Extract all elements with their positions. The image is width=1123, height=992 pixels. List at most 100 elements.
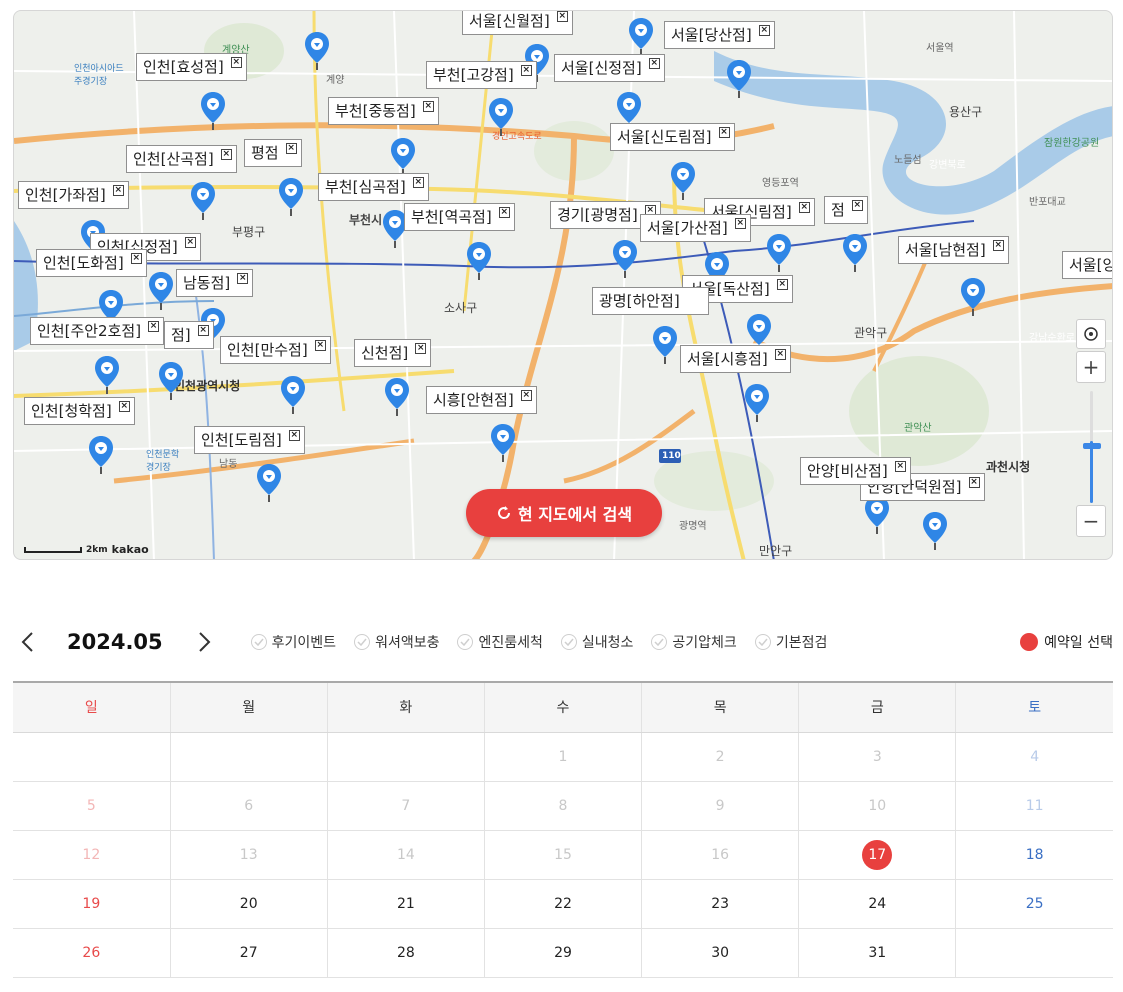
map-pin-icon[interactable] <box>390 137 416 177</box>
store-label[interactable]: 평점 × <box>244 139 302 167</box>
close-icon[interactable]: × <box>197 325 209 336</box>
prev-month-button[interactable] <box>13 628 41 656</box>
store-label[interactable]: 인천[도화점] × <box>36 249 147 277</box>
map-pin-icon[interactable] <box>466 241 492 281</box>
map-pin-icon[interactable] <box>148 271 174 311</box>
map-pin-icon[interactable] <box>864 495 890 535</box>
calendar-day[interactable]: 25 <box>955 879 1113 929</box>
map-pin-icon[interactable] <box>726 59 752 99</box>
zoom-slider-handle[interactable] <box>1083 443 1101 449</box>
store-map[interactable]: 계양산 인천아시아드 주경기장 계양 서울역 용산구 잠원한강공원 노들섬 강변… <box>13 10 1113 560</box>
close-icon[interactable]: × <box>112 185 124 196</box>
close-icon[interactable]: × <box>498 207 510 218</box>
close-icon[interactable]: × <box>718 127 730 138</box>
close-icon[interactable]: × <box>285 143 297 154</box>
close-icon[interactable]: × <box>520 65 532 76</box>
map-pin-icon[interactable] <box>670 161 696 201</box>
map-pin-icon[interactable] <box>88 435 114 475</box>
search-this-area-button[interactable]: 현 지도에서 검색 <box>466 489 662 537</box>
calendar-day[interactable]: 17 <box>798 830 956 880</box>
close-icon[interactable]: × <box>230 57 242 68</box>
close-icon[interactable]: × <box>184 237 196 248</box>
store-label[interactable]: 인천[가좌점] × <box>18 181 129 209</box>
calendar-day[interactable]: 27 <box>169 928 328 978</box>
close-icon[interactable]: × <box>148 321 160 332</box>
store-label[interactable]: 부천[고강점] × <box>426 61 537 89</box>
legend-item[interactable]: 실내청소 <box>560 632 633 652</box>
zoom-slider[interactable] <box>1083 391 1101 503</box>
calendar-day[interactable]: 26 <box>13 928 171 978</box>
close-icon[interactable]: × <box>774 349 786 360</box>
legend-item[interactable]: 공기압체크 <box>651 632 737 652</box>
close-icon[interactable]: × <box>415 343 427 354</box>
store-label[interactable]: 인천[도림점] × <box>194 426 305 454</box>
map-pin-icon[interactable] <box>488 97 514 137</box>
legend-item[interactable]: 엔진룸세척 <box>457 632 543 652</box>
close-icon[interactable]: × <box>556 11 568 22</box>
close-icon[interactable]: × <box>776 279 788 290</box>
store-label[interactable]: 서울[신정점] × <box>554 54 665 82</box>
legend-item[interactable]: 후기이벤트 <box>250 632 336 652</box>
next-month-button[interactable] <box>191 628 219 656</box>
current-location-button[interactable] <box>1076 319 1106 349</box>
store-label[interactable]: 점 × <box>824 196 868 224</box>
store-label[interactable]: 점] × <box>164 321 214 349</box>
close-icon[interactable]: × <box>118 401 130 412</box>
store-label[interactable]: 남동점] × <box>176 269 254 297</box>
store-label[interactable]: 신천점] × <box>354 339 432 367</box>
zoom-out-button[interactable]: − <box>1076 505 1106 537</box>
calendar-day[interactable]: 29 <box>483 928 642 978</box>
map-pin-icon[interactable] <box>612 239 638 279</box>
close-icon[interactable]: × <box>734 218 746 229</box>
calendar-day[interactable]: 20 <box>169 879 328 929</box>
store-label[interactable]: 부천[심곡점] × <box>318 173 429 201</box>
close-icon[interactable]: × <box>412 177 424 188</box>
store-label[interactable]: 서울[신도림점] × <box>610 123 735 151</box>
store-label[interactable]: 부천[역곡점] × <box>404 203 515 231</box>
close-icon[interactable]: × <box>130 253 142 264</box>
store-label[interactable]: 서울[당산점] × <box>664 21 775 49</box>
zoom-in-button[interactable]: + <box>1076 351 1106 383</box>
map-pin-icon[interactable] <box>628 17 654 57</box>
close-icon[interactable]: × <box>851 200 863 211</box>
close-icon[interactable]: × <box>520 390 532 401</box>
close-icon[interactable]: × <box>968 477 980 488</box>
close-icon[interactable]: × <box>314 340 326 351</box>
calendar-day[interactable]: 24 <box>798 879 956 929</box>
close-icon[interactable]: × <box>288 430 300 441</box>
close-icon[interactable]: × <box>992 240 1004 251</box>
store-label[interactable]: 인천[효성점] × <box>136 53 247 81</box>
map-pin-icon[interactable] <box>960 277 986 317</box>
calendar-day[interactable]: 30 <box>641 928 799 978</box>
store-label[interactable]: 인천[만수점] × <box>220 336 331 364</box>
map-pin-icon[interactable] <box>384 377 410 417</box>
map-pin-icon[interactable] <box>94 355 120 395</box>
calendar-day[interactable]: 28 <box>326 928 485 978</box>
store-label[interactable]: 시흥[안현점] × <box>426 386 537 414</box>
store-label[interactable]: 광명[하안점] <box>592 287 709 315</box>
store-label[interactable]: 인천[주안2호점] × <box>30 317 165 345</box>
store-label[interactable]: 서울[가산점] × <box>640 214 751 242</box>
store-label[interactable]: 서울[남현점] × <box>898 236 1009 264</box>
store-label[interactable]: 서울[신월점] × <box>462 11 573 35</box>
calendar-day[interactable]: 22 <box>483 879 642 929</box>
store-label[interactable]: 서울[양 <box>1062 251 1112 279</box>
calendar-day[interactable]: 31 <box>798 928 956 978</box>
calendar-day[interactable]: 23 <box>641 879 799 929</box>
map-pin-icon[interactable] <box>190 181 216 221</box>
store-label[interactable]: 서울[시흥점] × <box>680 345 791 373</box>
map-pin-icon[interactable] <box>304 31 330 71</box>
calendar-day[interactable]: 19 <box>13 879 171 929</box>
map-pin-icon[interactable] <box>922 511 948 551</box>
map-pin-icon[interactable] <box>256 463 282 503</box>
map-pin-icon[interactable] <box>842 233 868 273</box>
store-label[interactable]: 부천[중동점] × <box>328 97 439 125</box>
legend-item[interactable]: 워셔액보충 <box>354 632 439 652</box>
calendar-day[interactable]: 18 <box>955 830 1113 880</box>
close-icon[interactable]: × <box>758 25 770 36</box>
map-pin-icon[interactable] <box>744 383 770 423</box>
map-pin-icon[interactable] <box>766 233 792 273</box>
map-pin-icon[interactable] <box>490 423 516 463</box>
map-pin-icon[interactable] <box>158 361 184 401</box>
map-pin-icon[interactable] <box>652 325 678 365</box>
